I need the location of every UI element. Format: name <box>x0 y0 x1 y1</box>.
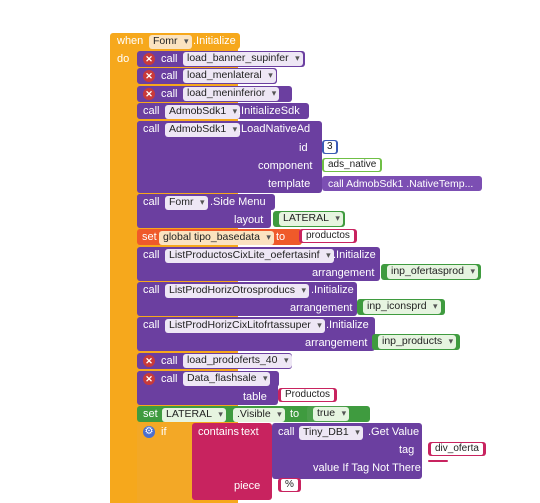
component-dropdown[interactable]: ListProductosCixLite_oefertasinf <box>165 249 334 263</box>
contains-label: contains <box>198 426 239 438</box>
arrangement-dropdown[interactable]: inp_ofertasprod <box>387 265 478 279</box>
arrangement-label: arrangement <box>305 337 368 349</box>
call-label: call <box>143 284 160 296</box>
layout-label: layout <box>234 214 264 226</box>
call-label: call <box>161 70 178 82</box>
table-label: table <box>243 391 267 403</box>
method-label: .Get Value <box>368 426 420 438</box>
to-label: to <box>290 408 300 420</box>
procedure-dropdown[interactable]: Data_flashsale <box>183 372 271 386</box>
call-label: call <box>161 53 178 65</box>
text-block-productos[interactable]: productos <box>299 229 357 243</box>
tag-text-block[interactable]: div_oferta <box>428 442 486 456</box>
component-dropdown[interactable]: ListProdHorizCixLitofrtassuper <box>165 319 325 333</box>
component-dropdown[interactable]: ListProdHorizOtrosproducs <box>165 284 310 298</box>
error-icon[interactable]: ✕ <box>143 88 155 100</box>
procedure-dropdown[interactable]: load_banner_supinfer <box>183 52 303 66</box>
error-icon[interactable]: ✕ <box>143 70 155 82</box>
method-label: .Side Menu <box>210 196 266 208</box>
piece-label: piece <box>234 480 261 492</box>
text-block-productos-table[interactable]: Productos <box>278 388 338 402</box>
error-icon[interactable]: ✕ <box>143 53 155 65</box>
component-dropdown-fomr[interactable]: Fomr <box>149 35 192 49</box>
call-label: call <box>143 123 160 135</box>
component-value-block[interactable]: ads_native <box>322 158 383 172</box>
set-label: set <box>142 231 157 243</box>
default-text-block[interactable] <box>428 460 448 462</box>
arrangement-dropdown[interactable]: inp_iconsprd <box>363 300 441 314</box>
template-label: template <box>268 178 311 190</box>
do-label: do <box>117 53 130 65</box>
boolean-dropdown[interactable]: true <box>313 407 350 421</box>
procedure-dropdown[interactable]: load_prodoferts_40 <box>183 354 292 368</box>
method-label: .InitializeSdk <box>238 105 300 117</box>
layout-dropdown[interactable]: LATERAL <box>279 212 343 226</box>
tag-value[interactable]: div_oferta <box>431 443 483 455</box>
component-label: component <box>258 160 313 172</box>
call-label: call <box>143 319 160 331</box>
to-label: to <box>276 231 286 243</box>
arrangement-label: arrangement <box>290 302 353 314</box>
gear-icon[interactable]: ⚙ <box>143 426 155 438</box>
set-label: set <box>143 408 158 420</box>
tag-label: tag <box>399 444 415 456</box>
id-number-block[interactable]: 3 <box>322 140 338 154</box>
procedure-dropdown[interactable]: load_meninferior <box>183 87 280 101</box>
call-label: call <box>143 249 160 261</box>
call-label: call <box>143 105 160 117</box>
variable-dropdown[interactable]: global tipo_basedata <box>159 231 274 245</box>
component-dropdown[interactable]: AdmobSdk1 <box>165 105 241 119</box>
when-label: when <box>117 35 144 47</box>
component-value[interactable]: ads_native <box>324 159 381 171</box>
error-icon[interactable]: ✕ <box>143 373 155 385</box>
call-label: call <box>161 88 178 100</box>
piece-value[interactable]: % <box>281 479 298 491</box>
arrangement-label: arrangement <box>312 267 375 279</box>
text-value[interactable]: Productos <box>281 389 335 401</box>
call-label: call <box>278 426 295 438</box>
method-label: .Initialize <box>326 319 369 331</box>
call-label: call <box>143 196 160 208</box>
piece-text-block[interactable]: % <box>278 478 301 492</box>
error-icon[interactable]: ✕ <box>143 355 155 367</box>
procedure-dropdown[interactable]: load_menlateral <box>183 69 276 83</box>
arrangement-dropdown[interactable]: inp_products <box>378 335 457 349</box>
component-dropdown[interactable]: Fomr <box>165 196 208 210</box>
default-label: value If Tag Not There <box>313 462 421 474</box>
component-dropdown[interactable]: Tiny_DB1 <box>299 426 363 440</box>
call-label: call <box>161 355 178 367</box>
id-label: id <box>299 142 308 154</box>
component-dropdown[interactable]: LATERAL <box>162 408 226 422</box>
call-label: call <box>161 373 178 385</box>
native-template-text: call AdmobSdk1 .NativeTemp... <box>328 178 474 190</box>
property-dropdown[interactable]: .Visible <box>233 408 285 422</box>
text-value[interactable]: productos <box>302 230 354 242</box>
method-label: .Initialize <box>311 284 354 296</box>
method-label: .LoadNativeAd <box>238 123 311 135</box>
event-name-label: .Initialize <box>193 35 236 47</box>
id-value[interactable]: 3 <box>324 141 336 153</box>
method-label: .Initialize <box>333 249 376 261</box>
if-label: if <box>161 426 167 438</box>
component-dropdown[interactable]: AdmobSdk1 <box>165 123 241 137</box>
text-label: text <box>241 426 259 438</box>
